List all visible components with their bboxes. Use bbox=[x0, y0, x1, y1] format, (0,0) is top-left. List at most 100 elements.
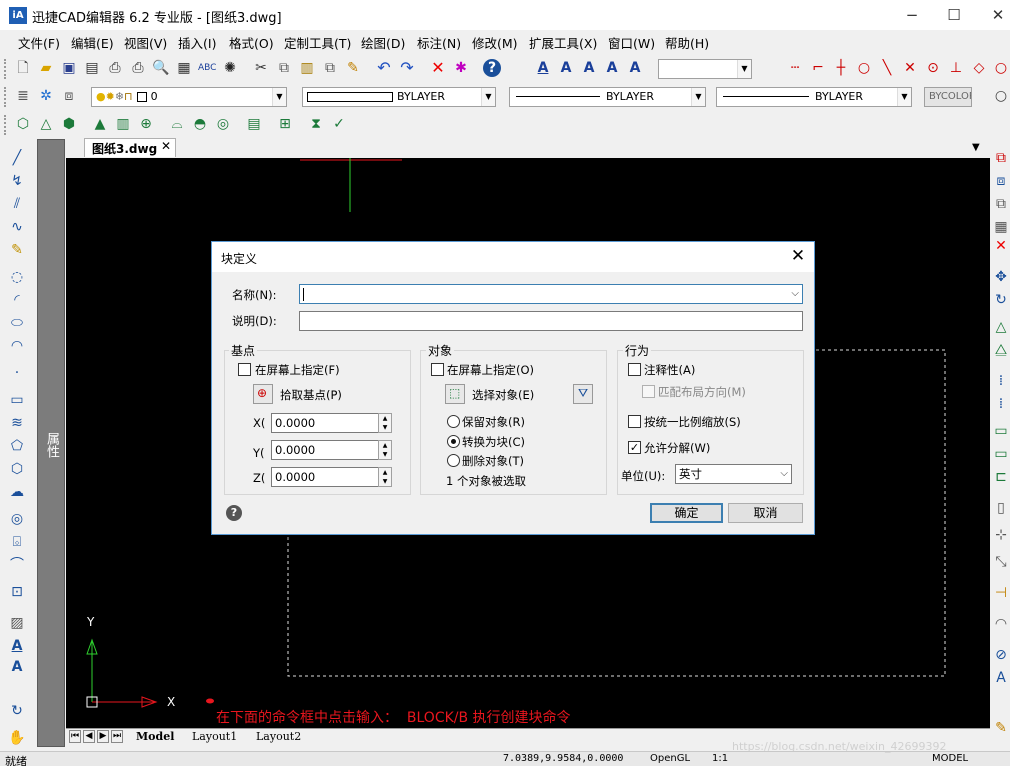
elliptical-arc-icon[interactable]: ◠ bbox=[8, 337, 26, 355]
snap-intersection-icon[interactable]: ┼ bbox=[832, 59, 850, 77]
polyline-icon[interactable]: ↯ bbox=[8, 172, 26, 190]
menu-custom-tools[interactable]: 定制工具(T) bbox=[284, 33, 351, 52]
help-icon[interactable]: ? bbox=[483, 59, 501, 77]
spell-check-icon[interactable]: ABC bbox=[198, 59, 216, 77]
fillet-icon[interactable]: ▯ bbox=[992, 499, 1010, 517]
print-preview-icon[interactable]: 🔍 bbox=[152, 59, 170, 77]
allow-exploding-checkbox[interactable]: ✓ bbox=[628, 441, 641, 454]
radius-icon[interactable]: ⊘ bbox=[992, 646, 1010, 664]
multiline-text-icon[interactable]: A bbox=[580, 59, 598, 77]
y-coordinate-input[interactable]: 0.0000 bbox=[271, 440, 379, 460]
diameter-icon[interactable]: A bbox=[992, 669, 1010, 687]
lengthen-icon[interactable]: ⤡ bbox=[992, 553, 1010, 571]
minimize-button[interactable]: − bbox=[900, 6, 924, 24]
multiline-icon[interactable]: ⫽ bbox=[8, 195, 26, 213]
menu-insert[interactable]: 插入(I) bbox=[178, 33, 216, 52]
dimension-icon[interactable]: ⊣ bbox=[992, 584, 1010, 602]
copy-with-basepoint-icon[interactable]: ⧉ bbox=[321, 59, 339, 77]
ok-button[interactable]: 确定 bbox=[650, 503, 723, 523]
close-tab-icon[interactable]: ✕ bbox=[161, 139, 171, 153]
ellipse-icon[interactable]: ⬭ bbox=[8, 314, 26, 332]
cancel-button[interactable]: 取消 bbox=[728, 503, 803, 523]
hatch-icon[interactable]: ▨ bbox=[8, 614, 26, 632]
find-icon[interactable]: ✺ bbox=[221, 59, 239, 77]
slice-icon[interactable]: ▤ bbox=[245, 115, 263, 133]
donut-icon[interactable]: ◎ bbox=[8, 510, 26, 528]
layer-combo[interactable]: ●✹❄⊓ 0 ▼ bbox=[91, 87, 287, 107]
chamfer-icon[interactable]: ⊏ bbox=[992, 468, 1010, 486]
cut-icon[interactable]: ✂ bbox=[252, 59, 270, 77]
quick-select-button[interactable]: ⛛ bbox=[573, 384, 593, 404]
edit-icon[interactable]: ✎ bbox=[992, 719, 1010, 737]
menu-view[interactable]: 视图(V) bbox=[124, 33, 167, 52]
annotative-checkbox[interactable] bbox=[628, 363, 641, 376]
rotate-icon[interactable]: ↻ bbox=[992, 291, 1010, 309]
close-icon[interactable]: ✕ bbox=[788, 246, 808, 266]
snap-tangent-icon[interactable]: ✕ bbox=[901, 59, 919, 77]
find-text-icon[interactable]: A bbox=[626, 59, 644, 77]
tab-model[interactable]: Model bbox=[136, 730, 174, 743]
text-tool-icon[interactable]: A bbox=[8, 658, 26, 676]
sketch-icon[interactable]: ✎ bbox=[8, 241, 26, 259]
sweep-icon[interactable]: ✓ bbox=[330, 115, 348, 133]
rectangle-icon[interactable]: ▭ bbox=[8, 391, 26, 409]
break-icon[interactable]: ▭ bbox=[992, 422, 1010, 440]
layer-states-icon[interactable]: ✲ bbox=[37, 87, 55, 105]
menu-modify[interactable]: 修改(M) bbox=[472, 33, 518, 52]
pick-point-button[interactable]: ⊕ bbox=[253, 384, 273, 404]
text-style-combo[interactable]: ▼ bbox=[658, 59, 752, 79]
model-space-button[interactable]: MODEL bbox=[932, 753, 968, 764]
retain-objects-radio[interactable] bbox=[447, 415, 460, 428]
offset-icon[interactable]: ⧉ bbox=[992, 195, 1010, 213]
layer-manager-icon[interactable]: ≣ bbox=[14, 87, 32, 105]
dome-icon[interactable]: ◓ bbox=[191, 115, 209, 133]
pan-icon[interactable]: ✋ bbox=[8, 729, 26, 747]
menu-help[interactable]: 帮助(H) bbox=[665, 33, 709, 52]
dish-icon[interactable]: ⌓ bbox=[168, 115, 186, 133]
polygon-icon[interactable]: ⬠ bbox=[8, 437, 26, 455]
menu-format[interactable]: 格式(O) bbox=[229, 33, 274, 52]
next-tab-icon[interactable]: ▶ bbox=[97, 730, 109, 743]
arc-dimension-icon[interactable]: ◠ bbox=[992, 615, 1010, 633]
menu-window[interactable]: 窗口(W) bbox=[608, 33, 655, 52]
circle-tool-icon[interactable]: ◌ bbox=[8, 268, 26, 286]
x-coordinate-input[interactable]: 0.0000 bbox=[271, 413, 379, 433]
name-field[interactable]: ⌵ bbox=[299, 284, 803, 304]
move-icon[interactable]: ✥ bbox=[992, 268, 1010, 286]
menu-dimension[interactable]: 标注(N) bbox=[417, 33, 461, 52]
snap-endpoint-icon[interactable]: ┄ bbox=[786, 59, 804, 77]
tab-layout2[interactable]: Layout2 bbox=[256, 730, 301, 743]
snap-node-icon[interactable]: ⊥ bbox=[947, 59, 965, 77]
redo-icon[interactable]: ↷ bbox=[398, 59, 416, 77]
menu-extended-tools[interactable]: 扩展工具(X) bbox=[529, 33, 597, 52]
plot-icon[interactable]: ⎙ bbox=[129, 59, 147, 77]
join-icon[interactable]: ▭ bbox=[992, 445, 1010, 463]
copy-icon[interactable]: ⧉ bbox=[275, 59, 293, 77]
sphere-icon[interactable]: ⊕ bbox=[137, 115, 155, 133]
plotstyle-combo[interactable]: BYCOLOR bbox=[924, 87, 972, 107]
new-file-icon[interactable]: 🗋 bbox=[14, 59, 32, 77]
purge-icon[interactable]: ✱ bbox=[452, 59, 470, 77]
x-spinner[interactable]: ▲ ▼ bbox=[378, 413, 392, 433]
objects-onscreen-checkbox[interactable] bbox=[431, 363, 444, 376]
z-spinner[interactable]: ▲ ▼ bbox=[378, 467, 392, 487]
save-icon[interactable]: ▣ bbox=[60, 59, 78, 77]
print-icon[interactable]: ⎙ bbox=[106, 59, 124, 77]
z-coordinate-input[interactable]: 0.0000 bbox=[271, 467, 379, 487]
snap-quadrant-icon[interactable]: ╲ bbox=[878, 59, 896, 77]
select-objects-button[interactable]: ⬚ bbox=[445, 384, 465, 404]
text-style-icon[interactable]: A bbox=[534, 59, 552, 77]
pyramid-icon[interactable]: △ bbox=[37, 115, 55, 133]
first-tab-icon[interactable]: ⏮ bbox=[69, 730, 81, 743]
toolbar-grip[interactable] bbox=[4, 59, 8, 79]
cloud-icon[interactable]: ☁ bbox=[8, 483, 26, 501]
convert-to-block-radio[interactable] bbox=[447, 435, 460, 448]
mirror-icon[interactable]: ⧈ bbox=[992, 172, 1010, 190]
region-icon[interactable]: ⬡ bbox=[8, 460, 26, 478]
array-icon[interactable]: ▦ bbox=[992, 218, 1010, 236]
section-icon[interactable]: ⊞ bbox=[276, 115, 294, 133]
text-icon[interactable]: A bbox=[557, 59, 575, 77]
attribute-icon[interactable]: A bbox=[8, 637, 26, 655]
open-folder-icon[interactable]: ▰ bbox=[37, 59, 55, 77]
snap-none-icon[interactable]: ○ bbox=[992, 59, 1010, 77]
